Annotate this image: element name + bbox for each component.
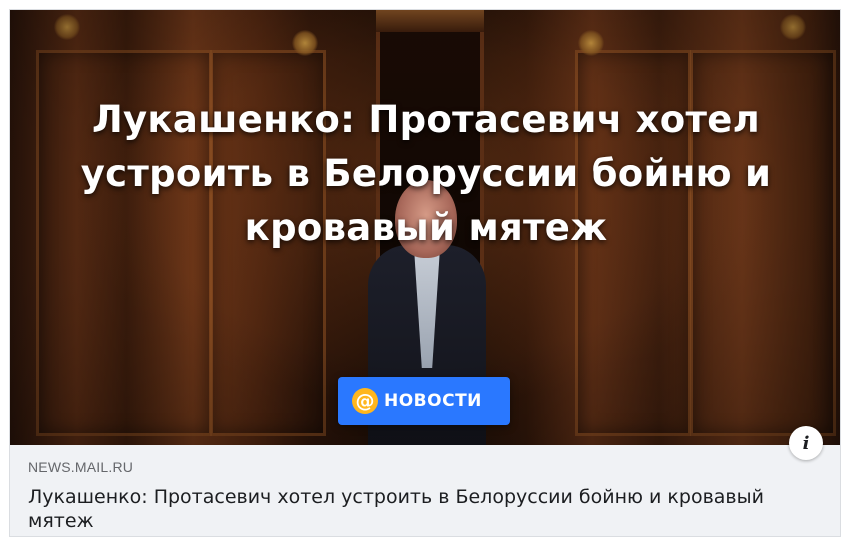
link-preview-card[interactable]: Лукашенко: Протасевич хотел устроить в Б…	[9, 9, 841, 537]
at-sign-icon: @	[352, 388, 378, 414]
link-title[interactable]: Лукашенко: Протасевич хотел устроить в Б…	[28, 485, 788, 533]
preview-headline: Лукашенко: Протасевич хотел устроить в Б…	[80, 98, 772, 249]
preview-image[interactable]: Лукашенко: Протасевич хотел устроить в Б…	[10, 10, 840, 445]
link-source-domain: NEWS.MAIL.RU	[28, 459, 134, 475]
info-icon[interactable]: i	[789, 426, 823, 460]
link-meta[interactable]: NEWS.MAIL.RU Лукашенко: Протасевич хотел…	[28, 458, 788, 533]
news-badge-label: НОВОСТИ	[384, 391, 482, 411]
news-badge: @ НОВОСТИ	[338, 377, 510, 425]
